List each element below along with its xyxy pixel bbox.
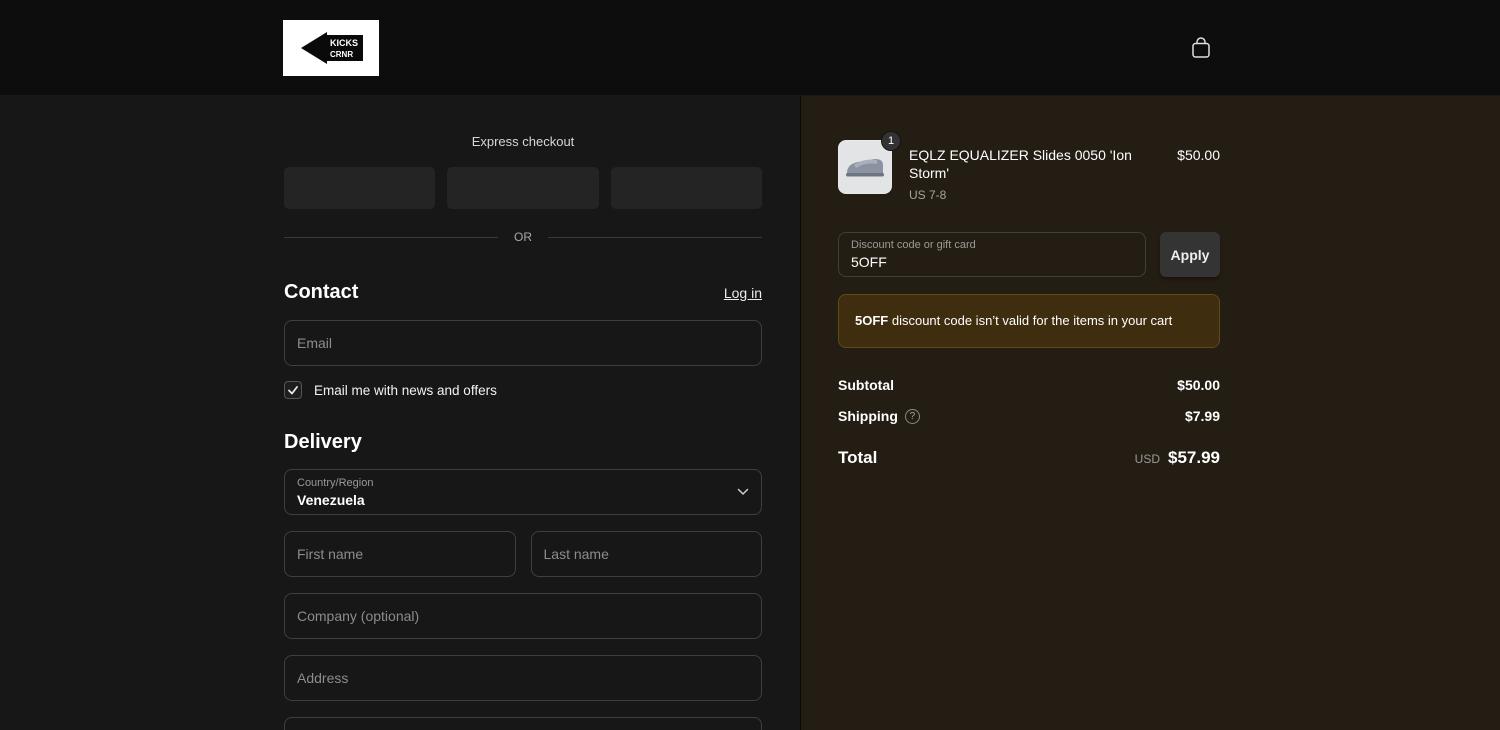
shipping-help-icon[interactable]: ? (904, 408, 920, 424)
email-input[interactable] (284, 320, 762, 366)
express-pay-button-3[interactable] (610, 167, 762, 209)
total-label: Total (838, 448, 878, 467)
first-name-input[interactable] (284, 531, 516, 577)
svg-text:KICKS: KICKS (330, 38, 358, 48)
discount-code-input[interactable]: Discount code or gift card 5OFF (838, 232, 1146, 277)
express-checkout-buttons (284, 167, 762, 209)
checkmark-icon (288, 386, 298, 395)
total-value: $57.99 (1168, 448, 1220, 467)
discount-error-banner: 5OFF discount code isn’t valid for the i… (838, 294, 1220, 348)
country-select[interactable]: Country/Region Venezuela (284, 469, 762, 515)
apply-discount-button[interactable]: Apply (1160, 232, 1220, 277)
newsletter-checkbox[interactable] (284, 381, 302, 399)
apartment-input[interactable] (284, 717, 762, 730)
discount-error-message: discount code isn’t valid for the items … (888, 313, 1173, 328)
subtotal-value: $50.00 (1177, 377, 1220, 393)
or-divider: OR (284, 230, 762, 245)
newsletter-label: Email me with news and offers (314, 382, 497, 398)
address-input[interactable] (284, 655, 762, 701)
discount-code-label: Discount code or gift card (851, 239, 976, 251)
quantity-badge: 1 (881, 131, 901, 151)
last-name-input[interactable] (530, 531, 762, 577)
contact-heading: Contact (284, 281, 359, 303)
country-select-label: Country/Region (297, 476, 374, 489)
cart-button[interactable] (1187, 34, 1215, 62)
newsletter-row[interactable]: Email me with news and offers (284, 381, 762, 399)
kicks-crnr-logo-icon: KICKS CRNR (301, 31, 363, 64)
checkout-page: Express checkout OR Contact Log in Email… (0, 96, 1500, 730)
express-pay-button-2[interactable] (447, 167, 599, 209)
discount-code-value: 5OFF (851, 254, 887, 270)
total-currency: USD (1134, 452, 1160, 466)
chevron-down-icon (737, 488, 749, 496)
totals-section: Subtotal $50.00 Shipping ? $7.99 Total U… (838, 377, 1220, 468)
checkout-form-column: Express checkout OR Contact Log in Email… (0, 96, 800, 730)
login-link[interactable]: Log in (724, 285, 762, 301)
order-summary-column: 1 EQLZ EQUALIZER Slides 0050 'Ion Storm'… (800, 96, 1500, 730)
slide-sandal-image (846, 158, 884, 177)
delivery-heading: Delivery (284, 431, 362, 453)
cart-line-item: 1 EQLZ EQUALIZER Slides 0050 'Ion Storm'… (838, 131, 1220, 202)
country-select-value: Venezuela (297, 491, 365, 508)
shipping-value: $7.99 (1184, 408, 1220, 424)
store-logo[interactable]: KICKS CRNR (283, 19, 379, 76)
express-checkout-title: Express checkout (471, 134, 575, 149)
svg-text:CRNR: CRNR (330, 50, 353, 59)
bag-icon (1192, 36, 1210, 58)
express-pay-button-1[interactable] (284, 167, 436, 209)
product-variant: US 7-8 (909, 188, 947, 202)
company-input[interactable] (284, 593, 762, 639)
or-label: OR (514, 230, 532, 244)
shipping-label: Shipping (838, 408, 898, 424)
divider-line (548, 237, 762, 238)
product-price: $50.00 (1177, 147, 1220, 163)
discount-error-code: 5OFF (855, 313, 889, 328)
divider-line (284, 237, 498, 238)
header: KICKS CRNR (0, 0, 1500, 96)
subtotal-label: Subtotal (838, 377, 894, 393)
product-title: EQLZ EQUALIZER Slides 0050 'Ion Storm' (909, 147, 1132, 181)
